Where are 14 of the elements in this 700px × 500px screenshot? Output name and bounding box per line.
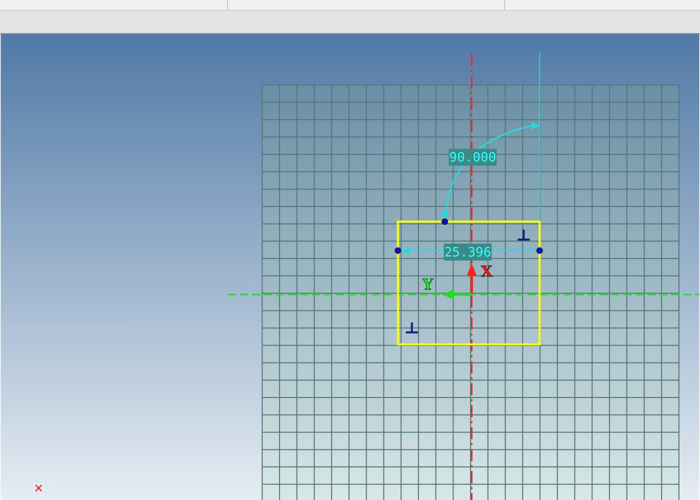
perpendicular-constraint-icon bbox=[406, 322, 418, 334]
origin-cross-icon bbox=[35, 484, 42, 492]
sketch-rectangle[interactable] bbox=[396, 220, 541, 346]
dimension-value[interactable]: 90.000 bbox=[449, 150, 496, 166]
axis-label: Y bbox=[422, 275, 434, 294]
axis-label: X bbox=[480, 262, 493, 280]
sketch-viewport[interactable]: 90.000 25.396 Y X bbox=[0, 34, 700, 500]
dimension-label-background bbox=[444, 244, 492, 260]
dimension-label-background bbox=[448, 148, 497, 166]
sketch-point[interactable] bbox=[442, 218, 448, 225]
dimension-value[interactable]: 25.396 bbox=[444, 246, 492, 260]
sketch-point[interactable] bbox=[536, 247, 543, 254]
sketch-point[interactable] bbox=[394, 247, 402, 254]
perpendicular-constraint-icon bbox=[518, 230, 530, 241]
